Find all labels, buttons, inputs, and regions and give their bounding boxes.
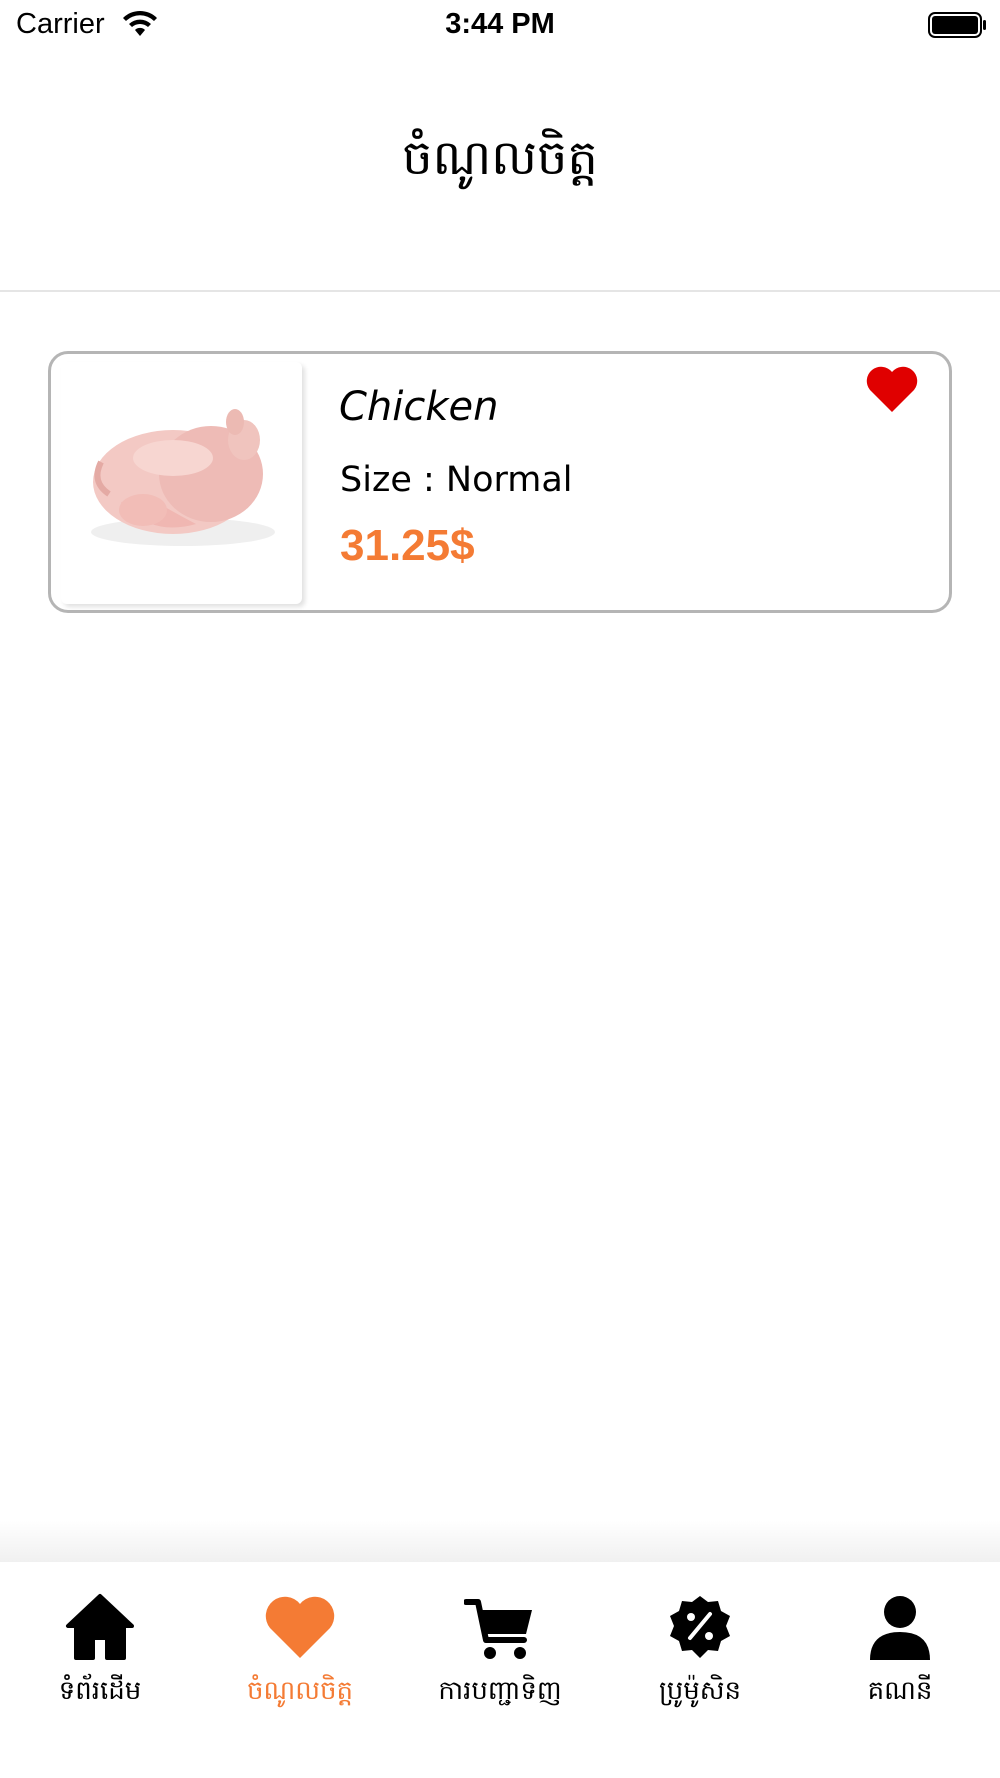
home-icon bbox=[66, 1594, 134, 1660]
discount-badge-icon bbox=[670, 1596, 730, 1658]
tab-orders-label: ការបញ្ជាទិញ bbox=[438, 1676, 562, 1706]
status-time: 3:44 PM bbox=[445, 8, 555, 40]
tab-account-label: គណនី bbox=[867, 1676, 933, 1706]
tab-bar-shadow bbox=[0, 1520, 1000, 1562]
tab-promotions[interactable]: ប្រូម៉ូសិន bbox=[600, 1592, 800, 1712]
product-image bbox=[61, 362, 302, 604]
tab-favorites-label: ចំណូលចិត្ត bbox=[246, 1676, 353, 1706]
page-title: ចំណូលចិត្ត bbox=[402, 130, 598, 186]
chicken-image bbox=[91, 409, 275, 546]
heart-icon bbox=[265, 1596, 335, 1658]
status-bar: Carrier 3:44 PM bbox=[0, 0, 1000, 52]
product-name: Chicken bbox=[339, 384, 499, 430]
favorite-heart-icon[interactable] bbox=[865, 364, 919, 414]
product-size: Size : Normal bbox=[340, 460, 573, 500]
tab-favorites[interactable]: ចំណូលចិត្ត bbox=[200, 1592, 400, 1712]
tab-promotions-label: ប្រូម៉ូសិន bbox=[658, 1676, 741, 1706]
tab-home[interactable]: ទំព័រដើម bbox=[0, 1592, 200, 1712]
user-icon bbox=[870, 1596, 930, 1660]
favorite-item-card[interactable]: Chicken Size : Normal 31.25$ bbox=[48, 351, 952, 613]
cart-icon bbox=[464, 1599, 532, 1659]
tab-orders[interactable]: ការបញ្ជាទិញ bbox=[400, 1592, 600, 1712]
product-price: 31.25$ bbox=[340, 521, 475, 570]
header-divider bbox=[0, 290, 1000, 292]
tab-account[interactable]: គណនី bbox=[800, 1592, 1000, 1712]
tab-home-label: ទំព័រដើម bbox=[58, 1676, 142, 1706]
battery-icon bbox=[928, 12, 986, 38]
bottom-tab-bar: ទំព័រដើម ចំណូលចិត្ត ការបញ្ជាទិញ ប្រូម៉ូស… bbox=[0, 1562, 1000, 1778]
